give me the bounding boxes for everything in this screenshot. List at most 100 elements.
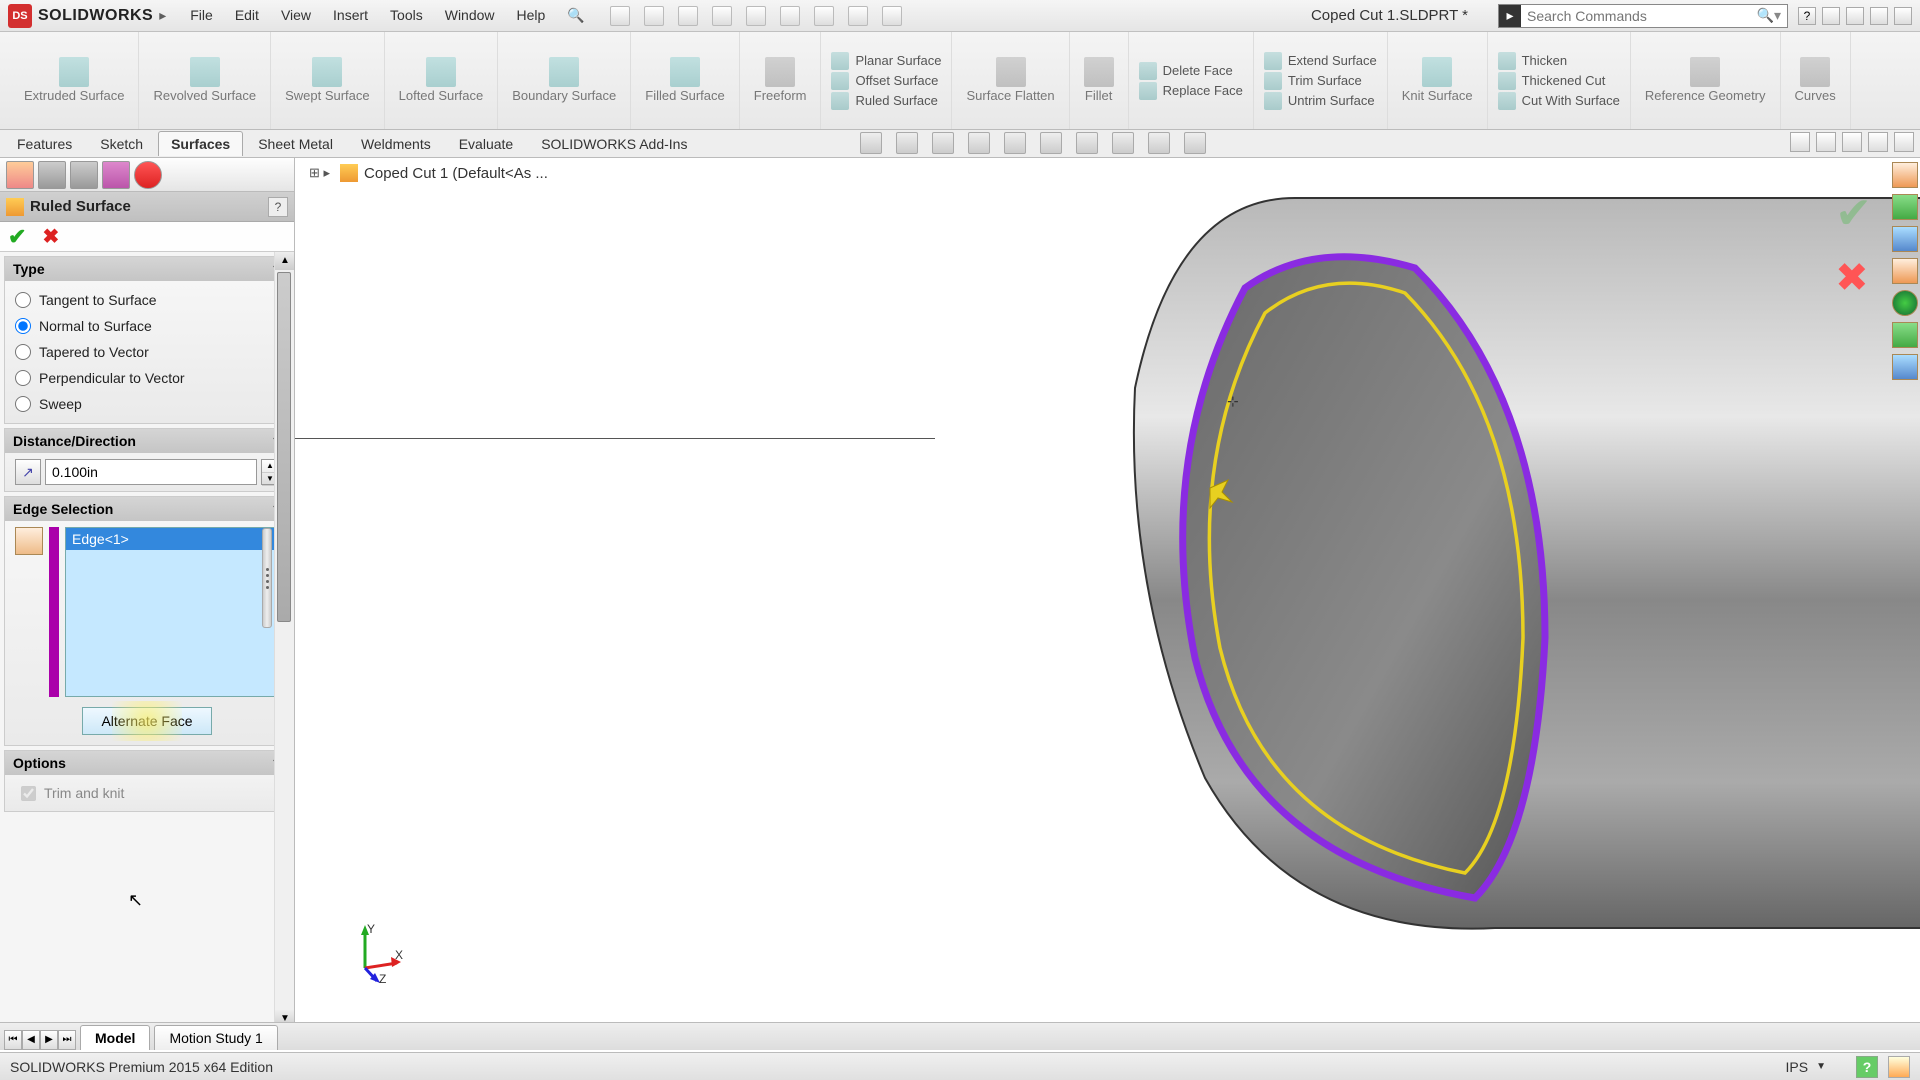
hide-show-icon[interactable] (1076, 132, 1098, 154)
tab-surfaces[interactable]: Surfaces (158, 131, 243, 156)
tab-next-icon[interactable]: ▶ (40, 1030, 58, 1050)
zoom-area-icon[interactable] (896, 132, 918, 154)
save-icon[interactable] (678, 6, 698, 26)
boundary-surface-button[interactable]: Boundary Surface (498, 32, 631, 129)
custom-props-tab-icon[interactable] (1892, 322, 1918, 348)
view-triad[interactable]: Y X Z (345, 923, 405, 983)
configuration-manager-tab-icon[interactable] (70, 161, 98, 189)
status-help-icon[interactable]: ? (1856, 1056, 1878, 1078)
radio-sweep[interactable]: Sweep (15, 391, 279, 417)
extend-surface-button[interactable]: Extend Surface (1264, 52, 1377, 70)
view-settings-icon[interactable] (1184, 132, 1206, 154)
tab-first-icon[interactable]: ⏮ (4, 1030, 22, 1050)
tab-model[interactable]: Model (80, 1025, 150, 1050)
feature-manager-tab-icon[interactable] (6, 161, 34, 189)
appearances-tab-icon[interactable] (1892, 290, 1918, 316)
dimxpert-manager-tab-icon[interactable] (102, 161, 130, 189)
panel-splitter[interactable] (262, 528, 272, 628)
freeform-button[interactable]: Freeform (740, 32, 822, 129)
pm-cancel-button[interactable]: ✖ (42, 224, 59, 249)
edge-item[interactable]: Edge<1> (66, 528, 278, 550)
search-icon[interactable]: 🔍▾ (1757, 7, 1781, 24)
extruded-surface-button[interactable]: Extruded Surface (10, 32, 139, 129)
knit-surface-button[interactable]: Knit Surface (1388, 32, 1488, 129)
radio-perpendicular[interactable]: Perpendicular to Vector (15, 365, 279, 391)
search-input[interactable] (1521, 8, 1757, 24)
filled-surface-button[interactable]: Filled Surface (631, 32, 739, 129)
restore-icon[interactable] (1846, 7, 1864, 25)
menu-window[interactable]: Window (445, 7, 495, 24)
tab-features[interactable]: Features (4, 131, 85, 156)
thicken-button[interactable]: Thicken (1498, 52, 1620, 70)
property-manager-tab-icon[interactable] (38, 161, 66, 189)
apply-scene-icon[interactable] (1148, 132, 1170, 154)
display-style-icon[interactable] (1040, 132, 1062, 154)
rebuild-icon[interactable] (814, 6, 834, 26)
menu-insert[interactable]: Insert (333, 7, 368, 24)
viewport-close-icon[interactable] (1894, 132, 1914, 152)
reference-geometry-button[interactable]: Reference Geometry (1631, 32, 1781, 129)
search-commands[interactable]: ▸ 🔍▾ (1498, 4, 1788, 28)
radio-tapered[interactable]: Tapered to Vector (15, 339, 279, 365)
section-distance-header[interactable]: Distance/Direction⌃ (5, 429, 289, 453)
tab-weldments[interactable]: Weldments (348, 131, 444, 156)
swept-surface-button[interactable]: Swept Surface (271, 32, 385, 129)
section-view-icon[interactable] (968, 132, 990, 154)
print-icon[interactable] (712, 6, 732, 26)
replace-face-button[interactable]: Replace Face (1139, 82, 1243, 100)
revolved-surface-button[interactable]: Revolved Surface (139, 32, 271, 129)
close-icon[interactable] (1894, 7, 1912, 25)
undo-icon[interactable] (746, 6, 766, 26)
untrim-surface-button[interactable]: Untrim Surface (1264, 92, 1377, 110)
pm-help-icon[interactable]: ? (268, 197, 288, 217)
confirm-ok-icon[interactable]: ✔ (1835, 188, 1872, 239)
tab-prev-icon[interactable]: ◀ (22, 1030, 40, 1050)
section-type-header[interactable]: Type⌃ (5, 257, 289, 281)
offset-surface-button[interactable]: Offset Surface (831, 72, 941, 90)
curves-button[interactable]: Curves (1781, 32, 1851, 129)
reverse-direction-icon[interactable]: ↗ (15, 459, 41, 485)
select-icon[interactable] (780, 6, 800, 26)
tab-sheet-metal[interactable]: Sheet Metal (245, 131, 346, 156)
confirm-cancel-icon[interactable]: ✖ (1835, 255, 1872, 301)
search-quick-icon[interactable]: 🔍 (567, 7, 584, 24)
zoom-fit-icon[interactable] (860, 132, 882, 154)
thickened-cut-button[interactable]: Thickened Cut (1498, 72, 1620, 90)
trim-surface-button[interactable]: Trim Surface (1264, 72, 1377, 90)
view-orientation-icon[interactable] (1004, 132, 1026, 154)
tab-last-icon[interactable]: ⏭ (58, 1030, 76, 1050)
tab-sketch[interactable]: Sketch (87, 131, 156, 156)
resources-tab-icon[interactable] (1892, 162, 1918, 188)
edge-select-icon[interactable] (15, 527, 43, 555)
menu-edit[interactable]: Edit (235, 7, 259, 24)
units-dropdown-icon[interactable]: ▼ (1816, 1061, 1826, 1072)
alternate-face-button[interactable]: Alternate Face (82, 707, 211, 735)
edit-appearance-icon[interactable] (1112, 132, 1134, 154)
delete-face-button[interactable]: Delete Face (1139, 62, 1243, 80)
radio-normal[interactable]: Normal to Surface (15, 313, 279, 339)
scroll-up-icon[interactable]: ▲ (275, 252, 294, 270)
minimize-icon[interactable] (1822, 7, 1840, 25)
menu-file[interactable]: File (190, 7, 213, 24)
ruled-surface-button[interactable]: Ruled Surface (831, 92, 941, 110)
viewport-expand-left-icon[interactable] (1790, 132, 1810, 152)
tree-expand-icon[interactable]: ⊞ ▸ (309, 165, 330, 181)
breadcrumb-text[interactable]: Coped Cut 1 (Default<As ... (364, 165, 548, 182)
view-palette-tab-icon[interactable] (1892, 258, 1918, 284)
options-icon[interactable] (848, 6, 868, 26)
lofted-surface-button[interactable]: Lofted Surface (385, 32, 499, 129)
viewport-maximize-icon[interactable] (1868, 132, 1888, 152)
surface-flatten-button[interactable]: Surface Flatten (952, 32, 1069, 129)
section-edge-header[interactable]: Edge Selection⌃ (5, 497, 289, 521)
scroll-thumb[interactable] (277, 272, 291, 622)
pm-ok-button[interactable]: ✔ (8, 224, 26, 250)
display-manager-tab-icon[interactable] (134, 161, 162, 189)
pm-scrollbar[interactable]: ▲ ▼ (274, 252, 294, 1028)
file-explorer-tab-icon[interactable] (1892, 226, 1918, 252)
distance-input[interactable] (45, 459, 257, 485)
graphics-area[interactable]: ⊞ ▸ Coped Cut 1 (Default<As ... (295, 158, 1920, 1028)
menu-tools[interactable]: Tools (390, 7, 423, 24)
fillet-button[interactable]: Fillet (1070, 32, 1129, 129)
trim-knit-checkbox[interactable]: Trim and knit (15, 781, 279, 805)
menu-view[interactable]: View (281, 7, 311, 24)
